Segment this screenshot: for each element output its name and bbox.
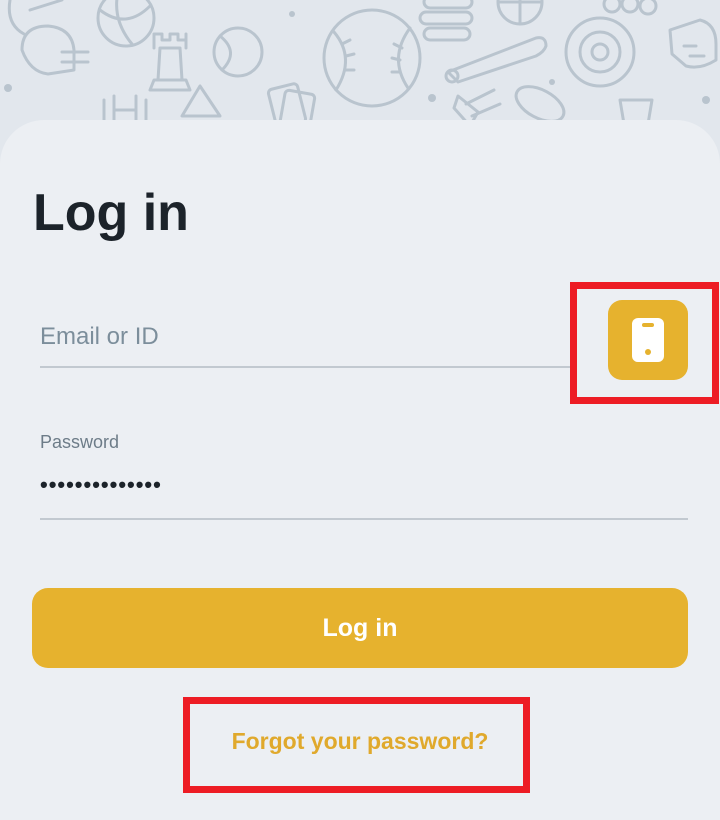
smartphone-icon xyxy=(632,318,664,362)
chess-rook-icon xyxy=(148,32,192,92)
phone-login-toggle-button[interactable] xyxy=(608,300,688,380)
forgot-password-link[interactable]: Forgot your password? xyxy=(200,728,520,755)
helmet-icon xyxy=(20,24,90,76)
page-title: Log in xyxy=(33,184,189,242)
email-input[interactable] xyxy=(40,316,570,358)
baseball-icon xyxy=(322,8,422,108)
target-icon xyxy=(564,16,636,88)
boot-icon xyxy=(668,18,718,69)
baseball-bat-icon xyxy=(444,36,548,84)
email-underline xyxy=(40,366,570,368)
basketball-icon xyxy=(496,0,544,26)
login-button[interactable]: Log in xyxy=(32,588,688,668)
password-input[interactable]: •••••••••••••• xyxy=(40,472,688,498)
password-underline xyxy=(40,518,688,520)
snooker-balls-icon xyxy=(602,0,658,16)
password-label: Password xyxy=(40,432,120,452)
tennis-ball-icon xyxy=(212,26,264,78)
volleyball-icon xyxy=(96,0,156,48)
bowling-pins-icon xyxy=(418,0,474,42)
